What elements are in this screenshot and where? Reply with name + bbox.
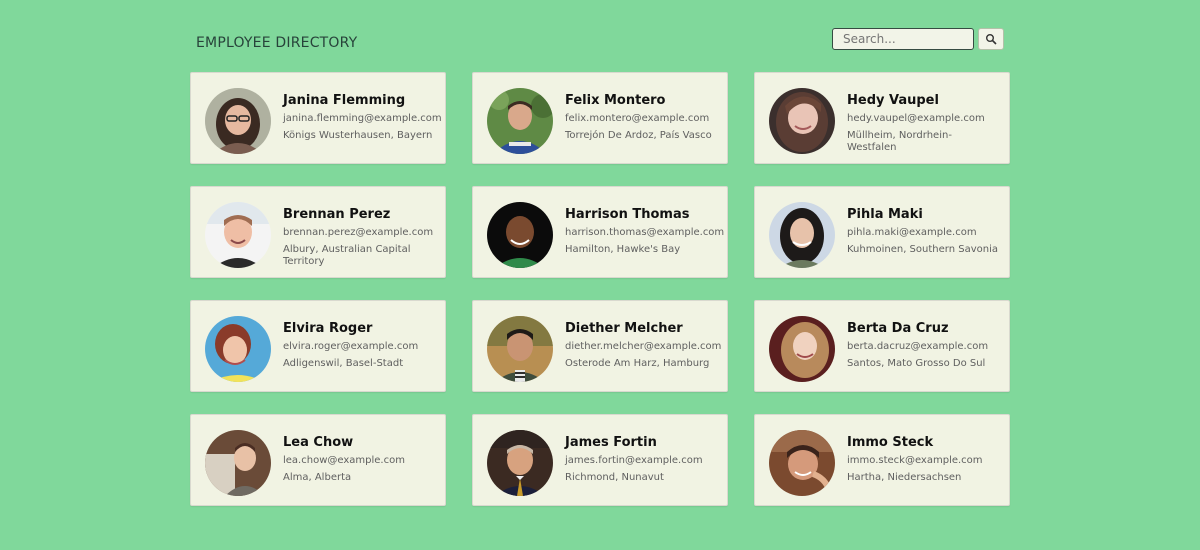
employee-email: berta.dacruz@example.com [847,341,989,352]
employee-email: elvira.roger@example.com [283,341,419,352]
search-input[interactable] [832,28,974,50]
avatar [487,316,553,382]
employee-email: felix.montero@example.com [565,113,710,124]
avatar-photo [769,316,835,382]
avatar-photo [487,430,553,496]
employee-location: Hamilton, Hawke's Bay [565,244,681,255]
employee-location: Adligenswil, Basel-Stadt [283,358,404,369]
avatar-photo [769,88,835,154]
avatar-photo [205,316,271,382]
employee-name: James Fortin [565,435,657,450]
employee-location: Königs Wusterhausen, Bayern [283,130,433,141]
employee-card[interactable]: Hedy Vaupel hedy.vaupel@example.com Müll… [754,72,1010,164]
employee-card[interactable]: James Fortin james.fortin@example.com Ri… [472,414,728,506]
employee-name: Pihla Maki [847,207,923,222]
avatar-photo [205,88,271,154]
avatar [487,202,553,268]
employee-card[interactable]: Brennan Perez brennan.perez@example.com … [190,186,446,278]
employee-location: Osterode Am Harz, Hamburg [565,358,710,369]
employee-card[interactable]: Pihla Maki pihla.maki@example.com Kuhmoi… [754,186,1010,278]
employee-email: pihla.maki@example.com [847,227,977,238]
employee-email: lea.chow@example.com [283,455,405,466]
employee-email: janina.flemming@example.com [283,113,442,124]
avatar-photo [769,202,835,268]
search-button[interactable] [978,28,1004,50]
avatar-photo [487,202,553,268]
header: EMPLOYEE DIRECTORY [190,26,1010,56]
employee-name: Janina Flemming [283,93,406,108]
page-title: EMPLOYEE DIRECTORY [196,35,358,51]
avatar [769,430,835,496]
avatar-photo [205,202,271,268]
employee-email: diether.melcher@example.com [565,341,722,352]
employee-email: brennan.perez@example.com [283,227,434,238]
employee-name: Felix Montero [565,93,666,108]
avatar-photo [205,430,271,496]
employee-card[interactable]: Janina Flemming janina.flemming@example.… [190,72,446,164]
employee-card[interactable]: Elvira Roger elvira.roger@example.com Ad… [190,300,446,392]
employee-name: Immo Steck [847,435,934,450]
avatar [205,202,271,268]
employee-email: james.fortin@example.com [565,455,703,466]
employee-name: Harrison Thomas [565,207,690,222]
employee-card[interactable]: Lea Chow lea.chow@example.com Alma, Albe… [190,414,446,506]
avatar [487,88,553,154]
employee-name: Diether Melcher [565,321,683,336]
employee-location: Albury, Australian Capital Territory [283,244,411,267]
avatar [205,88,271,154]
employee-card[interactable]: Diether Melcher diether.melcher@example.… [472,300,728,392]
employee-card[interactable]: Harrison Thomas harrison.thomas@example.… [472,186,728,278]
avatar [205,430,271,496]
employee-email: immo.steck@example.com [847,455,983,466]
employee-name: Berta Da Cruz [847,321,949,336]
avatar-photo [487,316,553,382]
search-bar [832,28,1004,52]
employee-email: hedy.vaupel@example.com [847,113,985,124]
employee-location: Santos, Mato Grosso Do Sul [847,358,986,369]
avatar [487,430,553,496]
avatar-photo [487,88,553,154]
employee-name: Elvira Roger [283,321,373,336]
employee-location: Kuhmoinen, Southern Savonia [847,244,998,255]
employee-directory-page: EMPLOYEE DIRECTORY Search... Janina Flem… [0,0,1200,550]
employee-name: Lea Chow [283,435,354,450]
employee-card[interactable]: Felix Montero felix.montero@example.com … [472,72,728,164]
employee-card[interactable]: Berta Da Cruz berta.dacruz@example.com S… [754,300,1010,392]
employee-location: Hartha, Niedersachsen [847,472,962,483]
employee-location: Torrejón De Ardoz, País Vasco [565,130,712,141]
avatar-photo [769,430,835,496]
employee-location: Müllheim, Nordrhein-Westfalen [847,130,952,153]
avatar [769,88,835,154]
employee-email: harrison.thomas@example.com [565,227,725,238]
employee-grid: Janina Flemming janina.flemming@example.… [190,72,1010,506]
employee-location: Alma, Alberta [283,472,352,483]
employee-name: Brennan Perez [283,207,391,222]
avatar [769,316,835,382]
avatar [205,316,271,382]
employee-location: Richmond, Nunavut [565,472,664,483]
employee-card[interactable]: Immo Steck immo.steck@example.com Hartha… [754,414,1010,506]
avatar [769,202,835,268]
search-icon [986,34,997,45]
employee-name: Hedy Vaupel [847,93,939,108]
